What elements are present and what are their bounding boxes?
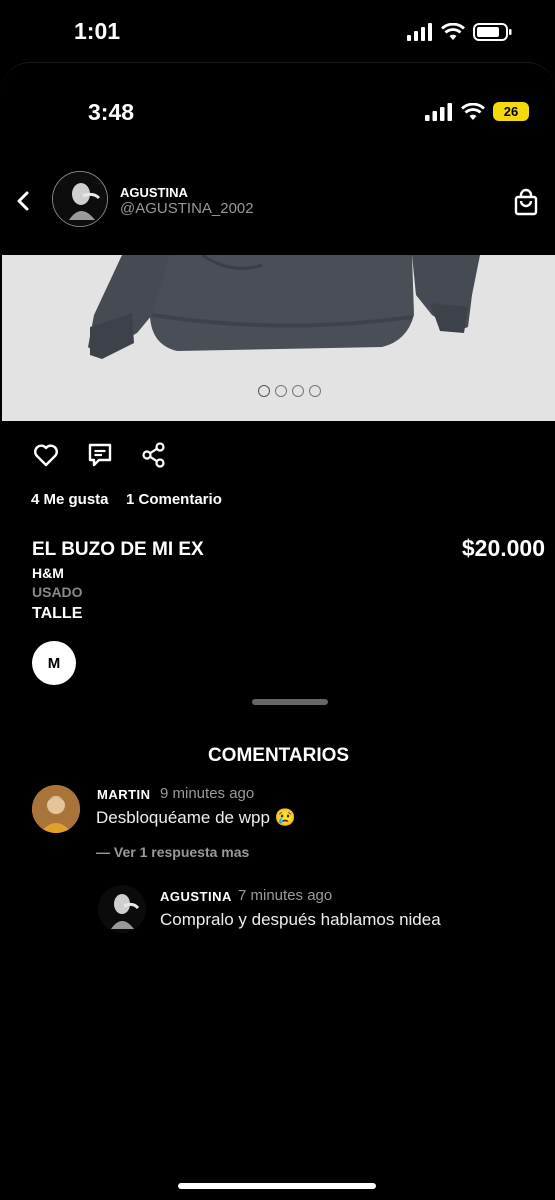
heart-icon[interactable] — [32, 441, 60, 469]
battery-level-badge: 26 — [493, 102, 529, 121]
carousel-dot[interactable] — [309, 385, 321, 397]
shopping-bag-icon[interactable] — [511, 187, 541, 217]
post-actions — [32, 441, 168, 469]
app-status-icons: 26 — [425, 102, 529, 121]
wifi-icon — [461, 102, 485, 120]
seller-name[interactable]: AGUSTINA — [120, 185, 188, 200]
battery-icon — [473, 23, 512, 41]
product-condition: USADO — [32, 584, 83, 600]
comment-time: 9 minutes ago — [160, 785, 255, 802]
size-chip[interactable]: M — [32, 641, 76, 685]
reply-author-photo — [98, 885, 146, 933]
reply-author[interactable]: AGUSTINA — [160, 889, 232, 904]
system-time: 1:01 — [74, 18, 121, 44]
carousel-dot[interactable] — [275, 385, 287, 397]
app-screen: 3:48 26 AGUSTINA @AGUSTINA_2002 4 Me gus… — [2, 62, 555, 1042]
reply-text: Compralo y después hablamos nidea — [160, 910, 441, 929]
system-status-bar: 1:01 — [0, 0, 555, 64]
comment-text: Desbloquéame de wpp 😢 — [96, 808, 296, 827]
home-indicator[interactable] — [178, 1183, 376, 1189]
comments-section-title: COMENTARIOS — [207, 745, 350, 766]
comment-author[interactable]: MARTIN — [97, 787, 151, 802]
size-label: TALLE — [32, 605, 83, 622]
app-status-time: 3:48 — [88, 99, 135, 125]
signal-icon — [407, 23, 432, 41]
view-replies-link[interactable]: — Ver 1 respuesta mas — [96, 844, 249, 860]
seller-photo — [53, 172, 107, 226]
carousel-indicator — [258, 385, 321, 397]
seller-avatar[interactable] — [52, 171, 108, 227]
comment-icon[interactable] — [86, 441, 114, 469]
comments-count[interactable]: 1 Comentario — [126, 491, 222, 508]
seller-handle[interactable]: @AGUSTINA_2002 — [120, 200, 254, 217]
carousel-dot[interactable] — [258, 385, 270, 397]
system-status-icons — [407, 22, 513, 42]
commenter-avatar[interactable] — [32, 785, 80, 833]
signal-icon — [425, 102, 452, 121]
carousel-dot[interactable] — [292, 385, 304, 397]
product-title: EL BUZO DE MI EX — [32, 539, 204, 560]
likes-count[interactable]: 4 Me gusta — [31, 491, 109, 508]
commenter-photo — [32, 785, 80, 833]
share-icon[interactable] — [140, 441, 168, 469]
sheet-drag-handle[interactable] — [252, 699, 328, 705]
product-image-carousel[interactable] — [2, 255, 555, 421]
reply-author-avatar[interactable] — [98, 885, 146, 933]
product-price: $20.000 — [461, 535, 545, 561]
reply-time: 7 minutes ago — [238, 887, 333, 904]
wifi-icon — [441, 23, 465, 40]
back-arrow-icon[interactable] — [12, 187, 36, 215]
product-brand: H&M — [32, 565, 64, 581]
